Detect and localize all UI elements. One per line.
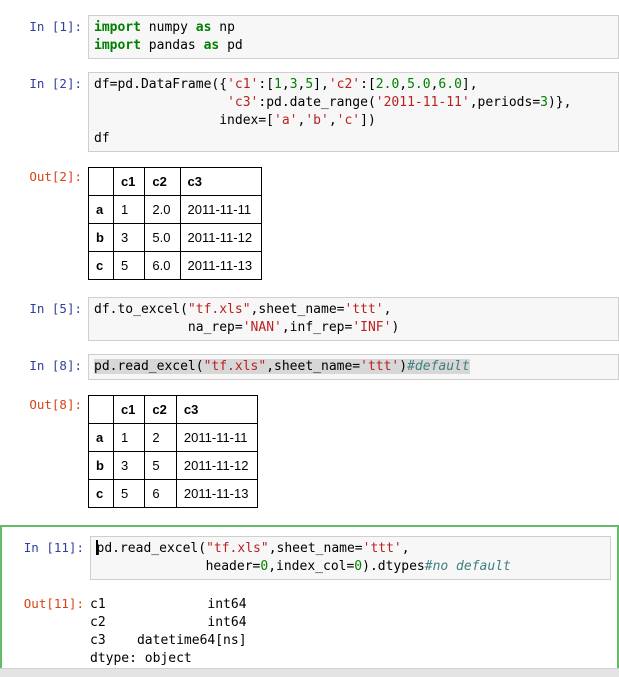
table-row: a 1 2.0 2011-11-11 <box>88 195 263 224</box>
table-cell: 1 <box>112 195 146 224</box>
selected-cell[interactable]: In [11]: pd.read_excel("tf.xls",sheet_nam… <box>0 525 619 676</box>
row-index: b <box>88 451 114 480</box>
table-row: b 3 5.0 2011-11-12 <box>88 223 263 252</box>
output-prompt: Out[11]: <box>23 596 84 611</box>
table-cell: 6 <box>144 479 177 508</box>
code-editor[interactable]: df=pd.DataFrame({'c1':[1,3,5],'c2':[2.0,… <box>88 72 619 152</box>
table-cell: 5 <box>144 451 177 480</box>
table-cell: 2 <box>144 423 177 452</box>
code-line: df <box>94 131 110 146</box>
table-cell: 3 <box>112 223 146 252</box>
table-cell: 1 <box>112 423 146 452</box>
code-line: df=pd.DataFrame({'c1':[1,3,5],'c2':[2.0,… <box>94 77 478 92</box>
output-cell-2: Out[2]: c1 c2 c3 a 1 2.0 2011-11-11 b 3 5.0 2011-11… <box>0 165 619 280</box>
input-prompt: In [8]: <box>29 358 82 373</box>
code-line: df.to_excel("tf.xls",sheet_name='ttt', <box>94 302 392 317</box>
code-editor[interactable]: pd.read_excel("tf.xls",sheet_name='ttt',… <box>90 536 611 580</box>
row-index: b <box>88 223 114 252</box>
input-prompt: In [2]: <box>29 76 82 91</box>
row-index: c <box>88 251 114 280</box>
dataframe-table: c1 c2 c3 a 1 2.0 2011-11-11 b 3 5.0 2011-11-12 c 5 6.… <box>88 167 263 280</box>
table-cell: 2011-11-13 <box>175 479 259 508</box>
code-editor[interactable]: pd.read_excel("tf.xls",sheet_name='ttt')… <box>88 354 619 380</box>
output-area: c1 int64 c2 int64 c3 datetime64[ns] dtyp… <box>90 592 611 668</box>
table-header-row: c1 c2 c3 <box>88 395 259 424</box>
row-index: a <box>88 195 114 224</box>
code-editor[interactable]: import numpy as np import pandas as pd <box>88 15 619 59</box>
next-cell-input-edge[interactable] <box>0 668 619 677</box>
code-line: pd.read_excel("tf.xls",sheet_name='ttt')… <box>94 359 470 374</box>
column-header: c2 <box>144 167 181 196</box>
table-row: a 1 2 2011-11-11 <box>88 423 259 452</box>
output-text: c1 int64 c2 int64 c3 datetime64[ns] dtyp… <box>90 597 247 666</box>
row-index: c <box>88 479 114 508</box>
table-cell: 5.0 <box>144 223 181 252</box>
output-cell-7: Out[11]: c1 int64 c2 int64 c3 datetime64[… <box>2 592 611 668</box>
code-cell-6: In [11]: pd.read_excel("tf.xls",sheet_nam… <box>2 536 611 580</box>
row-index: a <box>88 423 114 452</box>
code-line: na_rep='NAN',inf_rep='INF') <box>94 320 400 335</box>
code-line: pd.read_excel("tf.xls",sheet_name='ttt', <box>96 541 410 556</box>
output-cell-5: Out[8]: c1 c2 c3 a 1 2 2011-11-11 b 3 5 2011-11-12 c… <box>0 393 619 508</box>
column-header: c2 <box>144 395 177 424</box>
table-row: c 5 6 2011-11-13 <box>88 479 259 508</box>
output-area: c1 c2 c3 a 1 2.0 2011-11-11 b 3 5.0 2011-11-12 c 5 6.… <box>88 165 619 280</box>
notebook: In [1]: import numpy as np import pandas … <box>0 0 619 676</box>
table-cell: 2011-11-13 <box>179 251 263 280</box>
input-prompt: In [11]: <box>23 540 84 555</box>
table-cell: 2011-11-12 <box>175 451 259 480</box>
code-line: index=['a','b','c']) <box>94 113 376 128</box>
table-cell: 2011-11-11 <box>179 195 263 224</box>
output-area: c1 c2 c3 a 1 2 2011-11-11 b 3 5 2011-11-12 c 5 6 2011-… <box>88 393 619 508</box>
table-cell: 2011-11-11 <box>175 423 259 452</box>
table-row: c 5 6.0 2011-11-13 <box>88 251 263 280</box>
code-line: import numpy as np <box>94 20 235 35</box>
code-text: df.to_excel("tf.xls",sheet_name='ttt', n… <box>94 301 613 337</box>
table-cell: 5 <box>112 251 146 280</box>
table-cell: 2011-11-12 <box>179 223 263 252</box>
code-cell-0: In [1]: import numpy as np import pandas … <box>0 15 619 59</box>
column-header <box>88 395 114 424</box>
code-cell-1: In [2]: df=pd.DataFrame({'c1':[1,3,5],'c2… <box>0 72 619 152</box>
code-line: header=0,index_col=0).dtypes#no default <box>96 559 511 574</box>
code-editor[interactable]: df.to_excel("tf.xls",sheet_name='ttt', n… <box>88 297 619 341</box>
column-header: c1 <box>112 167 146 196</box>
column-header <box>88 167 114 196</box>
column-header: c1 <box>112 395 146 424</box>
table-cell: 2.0 <box>144 195 181 224</box>
table-header-row: c1 c2 c3 <box>88 167 263 196</box>
code-line: 'c3':pd.date_range('2011-11-11',periods=… <box>227 95 572 110</box>
input-prompt: In [1]: <box>29 19 82 34</box>
code-cell-4: In [8]: pd.read_excel("tf.xls",sheet_name… <box>0 354 619 380</box>
table-cell: 3 <box>112 451 146 480</box>
table-row: b 3 5 2011-11-12 <box>88 451 259 480</box>
column-header: c3 <box>179 167 263 196</box>
dataframe-table: c1 c2 c3 a 1 2 2011-11-11 b 3 5 2011-11-12 c 5 6 2011-… <box>88 395 259 508</box>
column-header: c3 <box>175 395 259 424</box>
output-prompt: Out[8]: <box>29 397 82 412</box>
table-cell: 5 <box>112 479 146 508</box>
input-prompt: In [5]: <box>29 301 82 316</box>
code-line: import pandas as pd <box>94 38 243 53</box>
code-text: import numpy as np import pandas as pd <box>94 19 613 55</box>
code-text: df=pd.DataFrame({'c1':[1,3,5],'c2':[2.0,… <box>94 76 613 148</box>
code-cell-3: In [5]: df.to_excel("tf.xls",sheet_name='… <box>0 297 619 341</box>
output-prompt: Out[2]: <box>29 169 82 184</box>
code-text: pd.read_excel("tf.xls",sheet_name='ttt',… <box>96 540 605 576</box>
table-cell: 6.0 <box>144 251 181 280</box>
code-text: pd.read_excel("tf.xls",sheet_name='ttt')… <box>94 358 613 376</box>
